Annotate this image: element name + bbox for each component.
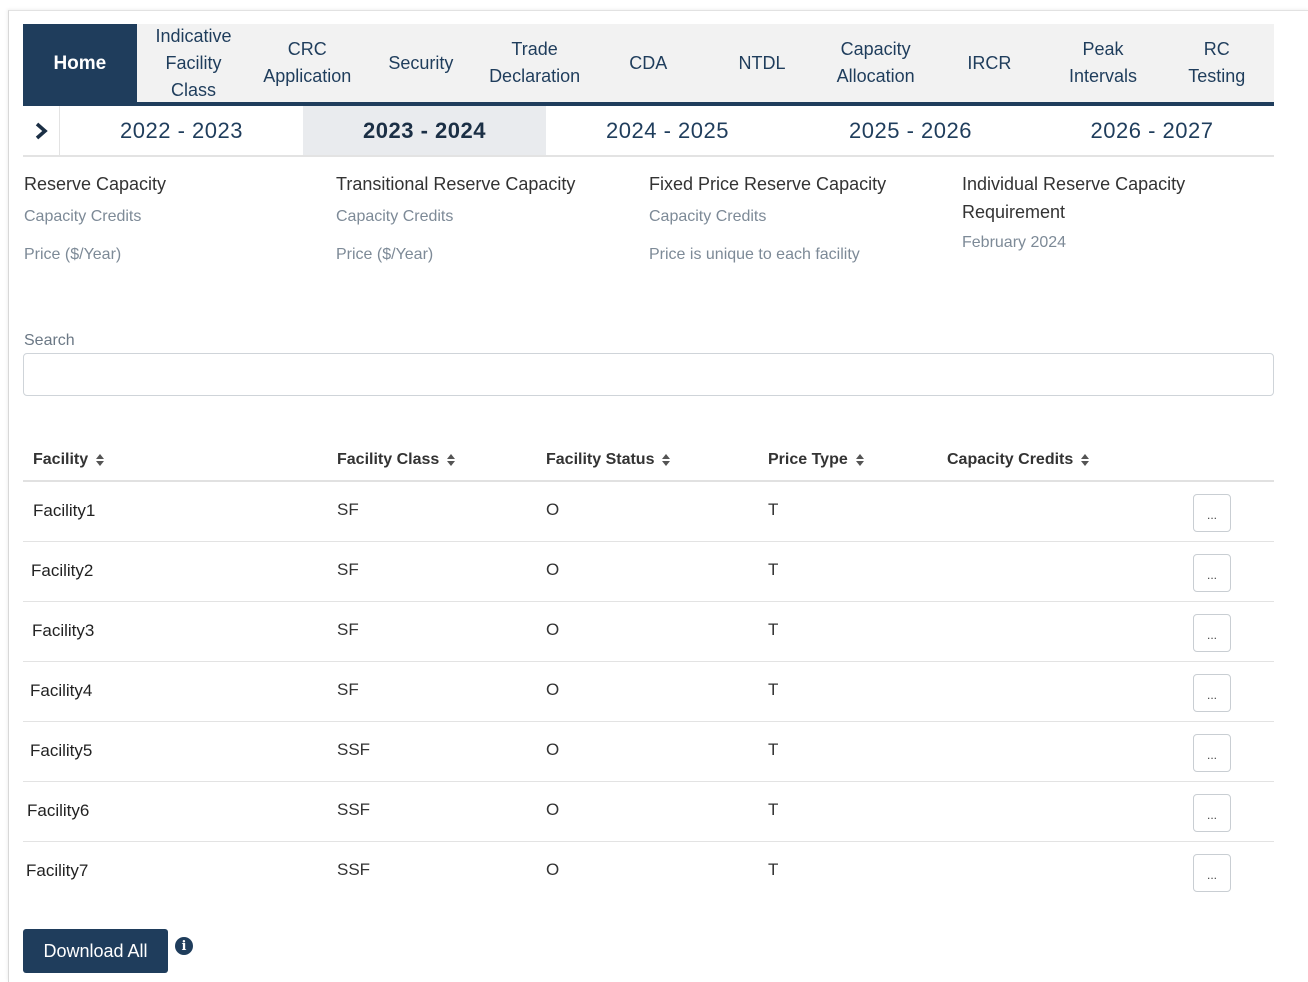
- row-actions-button[interactable]: ...: [1193, 794, 1231, 832]
- year-tab-2024-2025[interactable]: 2024 - 2025: [546, 106, 789, 155]
- column-header-capacity-credits[interactable]: Capacity Credits: [947, 451, 1090, 469]
- nav-item-rc-testing[interactable]: RC Testing: [1160, 24, 1274, 102]
- cell-facility: Facility6: [27, 801, 90, 820]
- nav-item-trade-declaration[interactable]: Trade Declaration: [478, 24, 592, 102]
- year-tab-2025-2026[interactable]: 2025 - 2026: [789, 106, 1032, 155]
- summary-heading: Individual Reserve Capacity Requirement: [962, 174, 1186, 222]
- sort-icon: [662, 453, 671, 466]
- capacity-summary: Reserve Capacity Capacity Credits Price …: [24, 170, 1274, 290]
- transitional-reserve-capacity-summary: Transitional Reserve Capacity Capacity C…: [336, 170, 636, 264]
- summary-line: Capacity Credits: [649, 208, 767, 225]
- cell-facility: Facility5: [30, 741, 93, 760]
- cell-facility-class: SF: [337, 620, 359, 639]
- summary-line: Price ($/Year): [336, 246, 434, 263]
- cell-facility-status: O: [546, 800, 560, 819]
- year-tab-2026-2027[interactable]: 2026 - 2027: [1032, 106, 1272, 155]
- cell-facility-status: O: [546, 860, 560, 879]
- search-input[interactable]: [23, 353, 1274, 396]
- nav-item-ircr[interactable]: IRCR: [933, 24, 1047, 102]
- cell-facility: Facility7: [26, 861, 89, 880]
- nav-item-security[interactable]: Security: [364, 24, 478, 102]
- summary-heading: Transitional Reserve Capacity: [336, 174, 576, 194]
- cell-price-type: T: [768, 560, 779, 579]
- facility-table: Facility Facility Class Facility Status …: [23, 440, 1274, 901]
- cell-facility-status: O: [546, 680, 560, 699]
- sort-icon: [855, 453, 865, 466]
- cell-facility-status: O: [546, 740, 560, 759]
- table-row: Facility5 SSF O T ...: [23, 722, 1274, 782]
- nav-item-crc-application[interactable]: CRC Application: [250, 24, 364, 102]
- cell-price-type: T: [768, 740, 779, 759]
- info-icon[interactable]: i: [175, 937, 193, 955]
- cell-facility: Facility4: [30, 681, 93, 700]
- cell-facility: Facility2: [31, 561, 94, 580]
- cell-facility-status: O: [546, 500, 560, 519]
- table-row: Facility2 SF O T ...: [23, 542, 1274, 602]
- row-actions-button[interactable]: ...: [1193, 614, 1231, 652]
- ircr-summary: Individual Reserve Capacity Requirement …: [962, 170, 1222, 252]
- row-actions-button[interactable]: ...: [1193, 494, 1231, 532]
- nav-item-home[interactable]: Home: [23, 24, 137, 102]
- row-actions-button[interactable]: ...: [1193, 554, 1231, 592]
- cell-price-type: T: [768, 620, 779, 639]
- cell-facility-class: SSF: [337, 800, 371, 819]
- summary-heading: Fixed Price Reserve Capacity: [649, 174, 887, 194]
- summary-line: Price is unique to each facility: [649, 246, 860, 263]
- chevron-right-icon: [35, 122, 48, 139]
- nav-item-capacity-allocation[interactable]: Capacity Allocation: [819, 24, 933, 102]
- nav-item-indicative-facility-class[interactable]: Indicative Facility Class: [137, 24, 251, 102]
- cell-facility-status: O: [546, 560, 560, 579]
- sort-icon: [96, 453, 105, 466]
- year-tab-2022-2023[interactable]: 2022 - 2023: [60, 106, 303, 155]
- column-header-facility-status[interactable]: Facility Status: [546, 451, 671, 469]
- summary-heading: Reserve Capacity: [24, 174, 167, 194]
- row-actions-button[interactable]: ...: [1193, 854, 1231, 892]
- row-actions-button[interactable]: ...: [1193, 674, 1231, 712]
- table-header: Facility Facility Class Facility Status …: [23, 440, 1274, 482]
- cell-facility-class: SSF: [337, 740, 371, 759]
- summary-line: February 2024: [962, 234, 1067, 251]
- sort-icon: [1081, 453, 1090, 466]
- cell-facility: Facility1: [33, 501, 96, 520]
- cell-price-type: T: [768, 680, 779, 699]
- cell-facility-class: SF: [337, 680, 359, 699]
- summary-line: Price ($/Year): [24, 246, 122, 263]
- column-header-price-type[interactable]: Price Type: [768, 451, 865, 469]
- table-row: Facility7 SSF O T ...: [23, 842, 1274, 901]
- cell-facility-class: SF: [337, 560, 359, 579]
- table-row: Facility6 SSF O T ...: [23, 782, 1274, 842]
- year-scroll-button[interactable]: [23, 106, 60, 155]
- column-header-facility[interactable]: Facility: [33, 451, 105, 469]
- download-all-button[interactable]: Download All: [23, 929, 168, 973]
- summary-line: Capacity Credits: [336, 208, 454, 225]
- nav-item-peak-intervals[interactable]: Peak Intervals: [1046, 24, 1160, 102]
- table-row: Facility4 SF O T ...: [23, 662, 1274, 722]
- cell-facility: Facility3: [32, 621, 95, 640]
- fixed-price-reserve-capacity-summary: Fixed Price Reserve Capacity Capacity Cr…: [649, 170, 949, 264]
- cell-price-type: T: [768, 800, 779, 819]
- cell-price-type: T: [768, 860, 779, 879]
- reserve-capacity-summary: Reserve Capacity Capacity Credits Price …: [24, 170, 324, 264]
- search-label: Search: [24, 332, 75, 349]
- table-row: Facility3 SF O T ...: [23, 602, 1274, 662]
- nav-item-ntdl[interactable]: NTDL: [705, 24, 819, 102]
- year-tabs: 2022 - 2023 2023 - 2024 2024 - 2025 2025…: [23, 106, 1274, 157]
- row-actions-button[interactable]: ...: [1193, 734, 1231, 772]
- cell-facility-status: O: [546, 620, 560, 639]
- sort-icon: [447, 453, 456, 466]
- cell-facility-class: SF: [337, 500, 359, 519]
- summary-line: Capacity Credits: [24, 208, 142, 225]
- nav-item-cda[interactable]: CDA: [591, 24, 705, 102]
- year-tab-2023-2024[interactable]: 2023 - 2024: [303, 106, 546, 155]
- cell-price-type: T: [768, 500, 779, 519]
- main-nav: Home Indicative Facility Class CRC Appli…: [23, 24, 1274, 106]
- column-header-facility-class[interactable]: Facility Class: [337, 451, 456, 469]
- cell-facility-class: SSF: [337, 860, 371, 879]
- table-row: Facility1 SF O T ...: [23, 482, 1274, 542]
